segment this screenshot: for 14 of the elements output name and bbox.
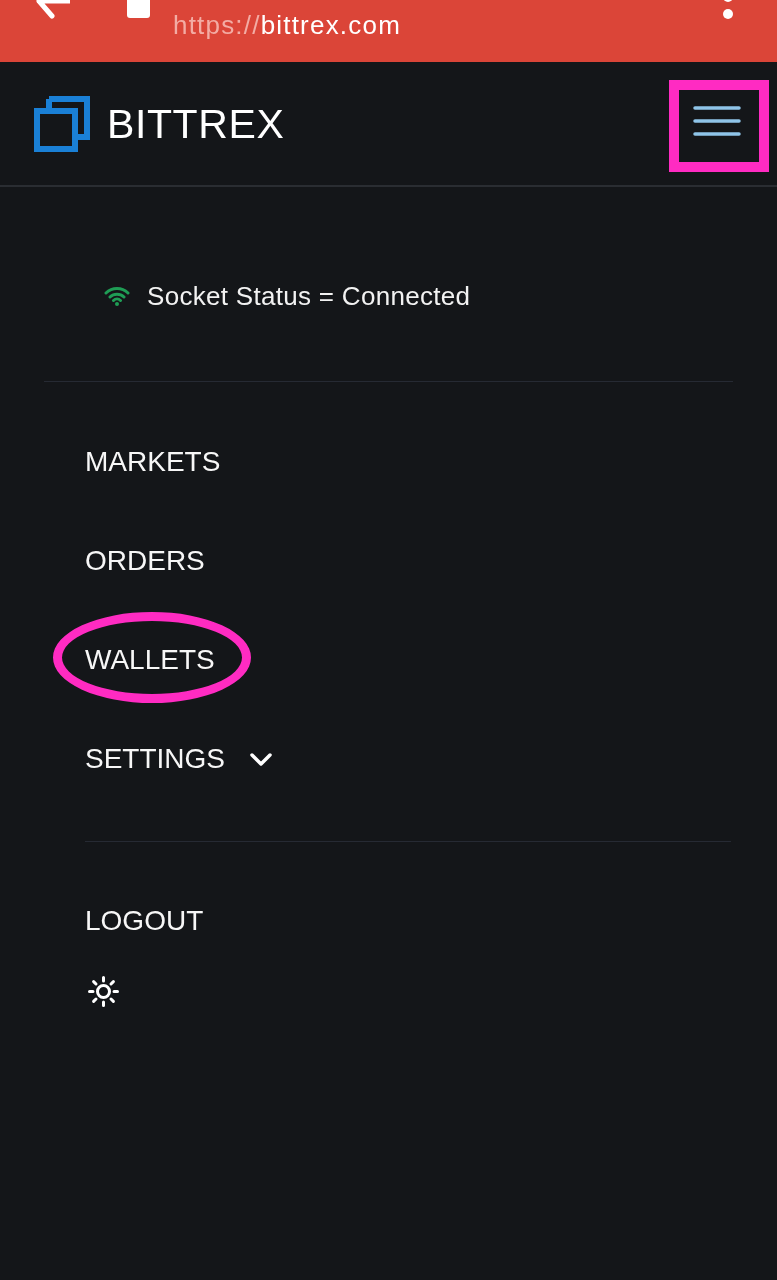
logo-text: BITTREX (107, 99, 285, 148)
logo-icon (34, 95, 90, 152)
sun-icon[interactable] (88, 976, 119, 1007)
nav-dropdown[interactable]: SETTINGS (85, 743, 273, 775)
url-text[interactable]: https://bittrex.com (173, 10, 401, 40)
back-arrow-icon[interactable] (34, 0, 70, 20)
more-icon[interactable] (722, 0, 734, 20)
nav-link[interactable]: MARKETS (85, 446, 221, 478)
menu-button[interactable] (693, 105, 741, 136)
nav-link[interactable]: WALLETS (85, 644, 215, 676)
logout-link[interactable]: LOGOUT (85, 905, 204, 937)
menu-icon (693, 105, 741, 136)
socket-status-text: Socket Status = Connected (147, 281, 471, 311)
nav-link[interactable]: ORDERS (85, 545, 205, 577)
